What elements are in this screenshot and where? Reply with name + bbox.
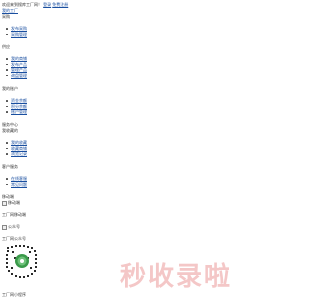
account-list: 资金余额 积分余额 账户管理 (5, 98, 27, 115)
supply-item-shop[interactable]: 我的商铺 (11, 56, 27, 61)
account-item-manage[interactable]: 账户管理 (11, 109, 27, 114)
service-center-title: 服务中心 (2, 122, 18, 127)
favorites-title: 我收藏的 (2, 128, 18, 133)
account-title: 我的账户 (2, 86, 18, 91)
customer-title: 客户服务 (2, 164, 18, 169)
register-link[interactable]: 免费注册 (52, 2, 68, 7)
mobile-image: 移动端 (2, 200, 20, 206)
customer-list: 在线客服 常见问题 (5, 176, 27, 187)
official-account-image: 公众号 (2, 224, 20, 230)
my-factory-link[interactable]: 我的工厂 (2, 8, 18, 13)
favorites-item-history[interactable]: 浏览记录 (11, 151, 27, 156)
official-title: 工厂网公众号 (2, 236, 26, 241)
favorites-item-mine[interactable]: 我的收藏 (11, 140, 27, 145)
supply-item-inquiry[interactable]: 询盘管理 (11, 73, 27, 78)
account-item-points[interactable]: 积分余额 (11, 104, 27, 109)
broken-image-icon (2, 224, 7, 230)
mobile-factory-title: 工厂网移动端 (2, 212, 26, 217)
customer-item-faq[interactable]: 常见问题 (11, 182, 27, 187)
account-item-balance[interactable]: 资金余额 (11, 98, 27, 103)
qr-code-image (5, 243, 39, 281)
customer-item-online[interactable]: 在线客服 (11, 176, 27, 181)
watermark-text: 秒收录啦 (120, 261, 233, 291)
supply-item-manage[interactable]: 管理产品 (11, 67, 27, 72)
welcome-text: 欢迎来到搜库工厂网！ (2, 2, 42, 7)
favorites-item-shops[interactable]: 收藏商铺 (11, 146, 27, 151)
mini-program-title: 工厂网小程序 (2, 292, 26, 297)
official-account-image-alt: 公众号 (8, 224, 20, 229)
top-bar: 欢迎来到搜库工厂网！ 登录 免费注册 (2, 2, 68, 7)
purchase-title: 采购 (2, 14, 10, 19)
mobile-image-alt: 移动端 (8, 200, 20, 205)
purchase-item-manage[interactable]: 采购管理 (11, 32, 27, 37)
favorites-list: 我的收藏 收藏商铺 浏览记录 (5, 140, 27, 157)
broken-image-icon (2, 200, 7, 206)
purchase-item-publish[interactable]: 发布采购 (11, 26, 27, 31)
supply-title: 供应 (2, 44, 10, 49)
supply-item-publish[interactable]: 发布产品 (11, 62, 27, 67)
login-link[interactable]: 登录 (43, 2, 51, 7)
mobile-title: 移动端 (2, 194, 14, 199)
purchase-list: 发布采购 采购管理 (5, 26, 27, 37)
supply-list: 我的商铺 发布产品 管理产品 询盘管理 (5, 56, 27, 78)
